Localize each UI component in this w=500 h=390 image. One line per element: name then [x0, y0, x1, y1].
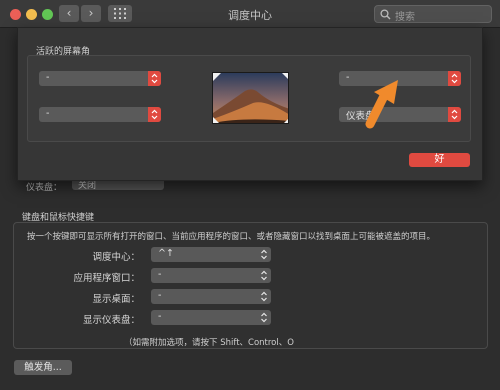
keyboard-description: 按一个按键即可显示所有打开的窗口、当前应用程序的窗口、或者隐藏窗口以找到桌面上可… [27, 232, 436, 242]
chevron-updown-icon [261, 249, 267, 260]
mission-control-value: ^↑ [158, 248, 174, 259]
modifier-hint: （如需附加选项，请按下 Shift、Control、O [124, 338, 294, 348]
select-cap [148, 107, 161, 122]
select-cap [448, 71, 461, 86]
top-left-corner-select[interactable]: - [39, 71, 161, 86]
top-right-corner-value: - [346, 72, 350, 83]
hot-corners-button[interactable]: 触发角... [14, 360, 72, 375]
app-windows-value: - [158, 269, 162, 280]
chevron-updown-icon [151, 73, 158, 84]
search-field[interactable]: 搜索 [374, 5, 492, 23]
mission-control-label: 调度中心： [92, 252, 140, 263]
show-desktop-label: 显示桌面： [92, 294, 140, 305]
desktop-preview-image [212, 72, 289, 124]
show-dashboard-label: 显示仪表盘： [82, 315, 140, 326]
app-windows-label: 应用程序窗口： [73, 273, 140, 284]
dashboard-label: 仪表盘： [26, 183, 63, 193]
ok-button[interactable]: 好 [409, 153, 470, 167]
chevron-updown-icon [451, 109, 458, 120]
search-placeholder: 搜索 [395, 12, 415, 23]
title-bar: ‹ › 调度中心 搜索 [0, 0, 500, 28]
annotation-arrow-icon [365, 80, 398, 129]
top-left-corner-value: - [46, 72, 50, 83]
search-icon [380, 9, 391, 20]
select-cap [148, 71, 161, 86]
show-desktop-value: - [158, 290, 162, 301]
chevron-updown-icon [261, 270, 267, 281]
show-dashboard-select[interactable]: - [151, 310, 271, 325]
chevron-updown-icon [451, 73, 458, 84]
bottom-left-corner-select[interactable]: - [39, 107, 161, 122]
mission-control-select[interactable]: ^↑ [151, 247, 271, 262]
app-windows-select[interactable]: - [151, 268, 271, 283]
select-cap [448, 107, 461, 122]
chevron-updown-icon [151, 109, 158, 120]
chevron-updown-icon [261, 291, 267, 302]
chevron-updown-icon [261, 312, 267, 323]
show-desktop-select[interactable]: - [151, 289, 271, 304]
bottom-left-corner-value: - [46, 108, 50, 119]
show-dashboard-value: - [158, 311, 162, 322]
